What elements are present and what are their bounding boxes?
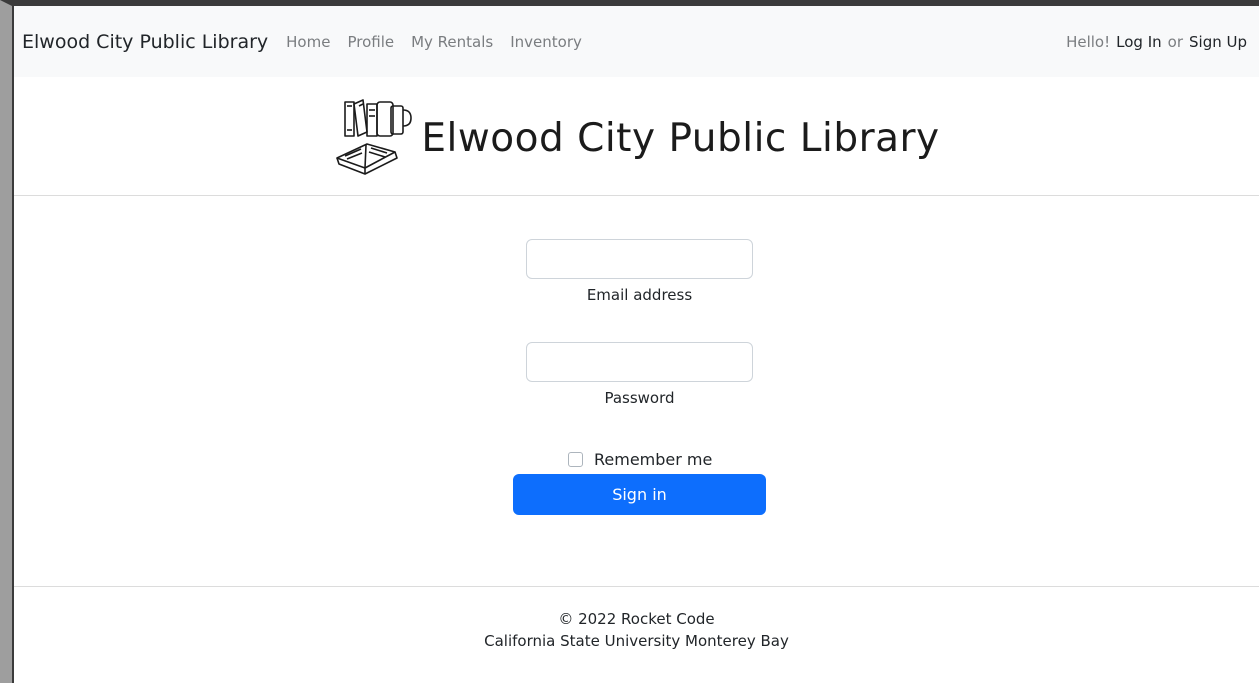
nav-link-home[interactable]: Home (286, 33, 330, 51)
email-label: Email address (586, 286, 693, 304)
login-link[interactable]: Log In (1116, 33, 1162, 51)
password-input[interactable] (526, 342, 753, 382)
window-frame: Elwood City Public Library Home Profile … (0, 0, 1259, 683)
password-label: Password (604, 389, 675, 407)
nav-link-my-rentals[interactable]: My Rentals (411, 33, 493, 51)
university-text: California State University Monterey Bay (484, 632, 789, 650)
remember-label[interactable]: Remember me (594, 450, 712, 469)
page-header: Elwood City Public Library (14, 77, 1259, 196)
page-footer: © 2022 Rocket Code California State Univ… (14, 586, 1259, 683)
email-input[interactable] (526, 239, 753, 279)
remember-me: Remember me (568, 450, 712, 469)
navbar-brand[interactable]: Elwood City Public Library (22, 31, 268, 53)
page-title: Elwood City Public Library (421, 115, 940, 161)
nav-links: Home Profile My Rentals Inventory (286, 33, 599, 51)
books-icon (336, 99, 413, 175)
remember-checkbox[interactable] (568, 452, 583, 467)
auth-links: Hello! Log In or Sign Up (1066, 33, 1247, 51)
signup-link[interactable]: Sign Up (1189, 33, 1247, 51)
sign-in-button[interactable]: Sign in (513, 474, 766, 515)
nav-link-profile[interactable]: Profile (347, 33, 394, 51)
or-text: or (1167, 32, 1183, 51)
nav-link-inventory[interactable]: Inventory (510, 33, 582, 51)
login-form: Email address Password Remember me Sign … (14, 196, 1259, 586)
copyright-text: © 2022 Rocket Code (558, 610, 715, 628)
greeting-text: Hello! (1066, 32, 1111, 51)
top-navbar: Elwood City Public Library Home Profile … (14, 6, 1259, 77)
